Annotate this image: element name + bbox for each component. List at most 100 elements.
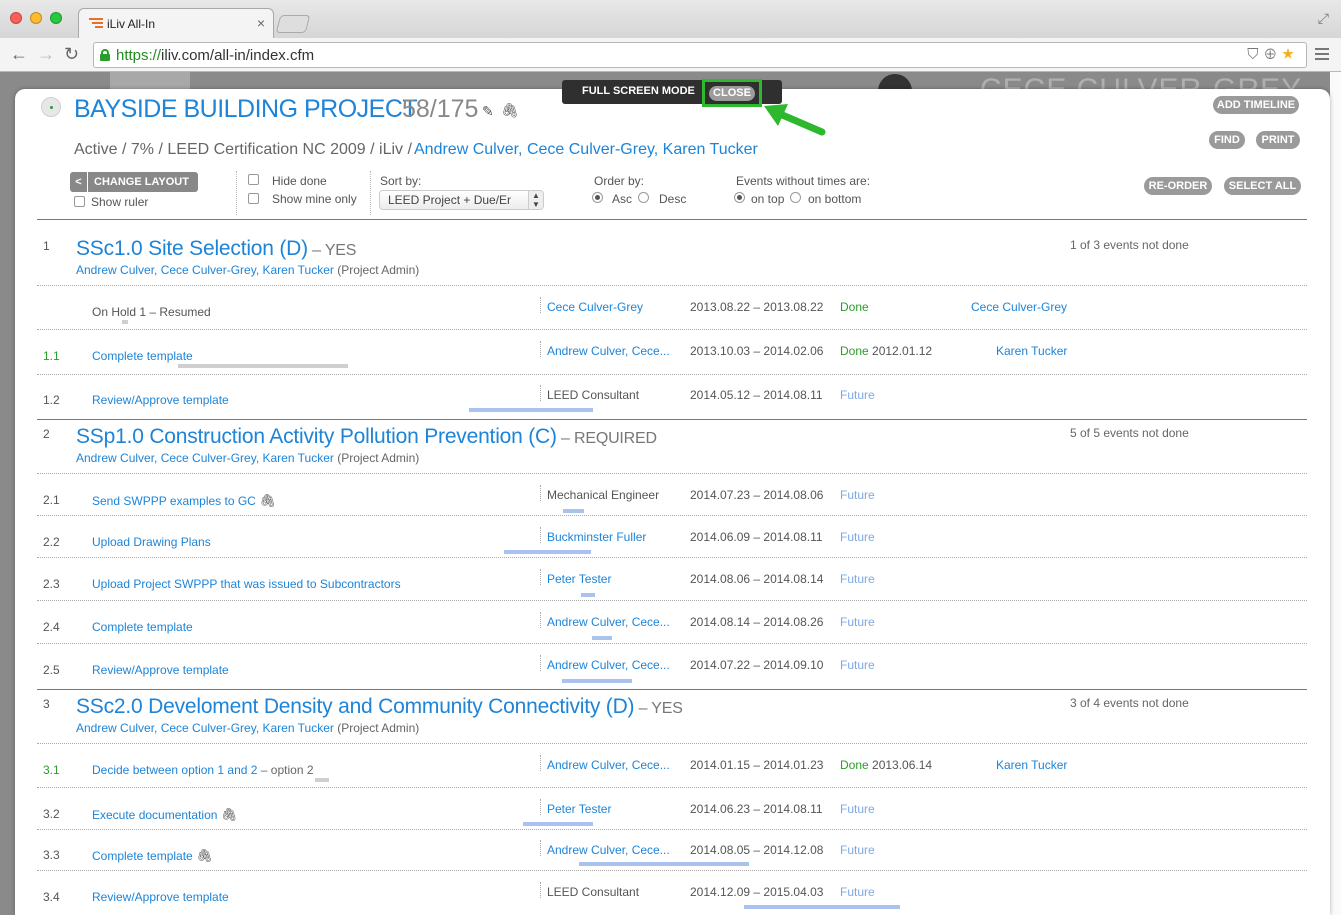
event-number: 2.2 [43,535,60,549]
event-name[interactable]: Upload Project SWPPP that was issued to … [92,577,401,591]
event-state: Future [840,388,875,402]
section-number: 3 [43,697,50,711]
event-name[interactable]: Review/Approve template [92,393,229,407]
row-divider [37,870,1307,871]
divider [540,655,541,671]
event-assignee[interactable]: Andrew Culver, Cece... [547,758,670,772]
browser-tab[interactable]: iLiv All-In × [78,8,274,38]
event-name[interactable]: Review/Approve template [92,663,229,677]
timeline-bar [122,320,128,324]
show-mine-only-label: Show mine only [272,192,357,206]
address-bar-icons[interactable]: ⛉⊕★ [1247,46,1300,63]
event-number: 3.3 [43,848,60,862]
on-bottom-label: on bottom [808,192,862,206]
asc-radio[interactable] [592,192,603,203]
event-name[interactable]: Complete template [92,349,193,363]
browser-menu-icon[interactable] [1315,48,1329,63]
section-title[interactable]: SSp1.0 Construction Activity Pollution P… [76,425,657,449]
minimize-window-button[interactable] [30,12,42,24]
iliv-favicon-icon [89,18,103,30]
section-people[interactable]: Andrew Culver, Cece Culver-Grey, Karen T… [76,263,419,277]
event-dates: 2014.07.23 – 2014.08.06 [690,488,824,502]
event-state: Future [840,572,875,586]
event-name[interactable]: Complete template 🖇 [92,848,213,864]
timeline-bar [523,822,593,826]
fullscreen-expand-icon[interactable]: ⤢ [1318,10,1329,27]
section-people[interactable]: Andrew Culver, Cece Culver-Grey, Karen T… [76,451,419,465]
sort-by-select[interactable]: LEED Project + Due/Er ▲ ▼ [379,190,544,210]
event-name[interactable]: On Hold 1 – Resumed [92,305,211,319]
show-ruler-checkbox[interactable] [74,196,85,207]
project-status-dot[interactable] [41,97,61,117]
fullscreen-close-button[interactable]: CLOSE [702,79,762,107]
event-completed-by[interactable]: Cece Culver-Grey [971,300,1067,314]
divider [540,527,541,543]
event-dates: 2013.08.22 – 2013.08.22 [690,300,824,314]
project-people-link[interactable]: Andrew Culver, Cece Culver-Grey, Karen T… [414,141,758,159]
section-people[interactable]: Andrew Culver, Cece Culver-Grey, Karen T… [76,721,419,735]
zoom-window-button[interactable] [50,12,62,24]
add-timeline-button[interactable]: ADD TIMELINE [1213,96,1299,114]
select-all-button[interactable]: SELECT ALL [1224,177,1301,195]
section-title[interactable]: SSc2.0 Develoment Density and Community … [76,695,683,719]
event-assignee[interactable]: Andrew Culver, Cece... [547,615,670,629]
fullscreen-label: FULL SCREEN MODE [582,85,695,97]
new-tab-button[interactable] [275,15,311,33]
row-divider [37,829,1307,830]
paperclip-icon: 🖇 [220,807,238,822]
reorder-button[interactable]: RE-ORDER [1144,177,1212,195]
event-completed-by[interactable]: Karen Tucker [996,344,1067,358]
event-assignee[interactable]: Andrew Culver, Cece... [547,344,670,358]
hide-done-checkbox[interactable] [248,174,259,185]
back-arrow-icon[interactable]: ← [10,44,28,64]
event-number: 1.2 [43,393,60,407]
event-assignee[interactable]: Buckminster Fuller [547,530,646,544]
print-button[interactable]: PRINT [1256,131,1300,149]
event-assignee[interactable]: Andrew Culver, Cece... [547,843,670,857]
event-completed-by[interactable]: Karen Tucker [996,758,1067,772]
desc-radio[interactable] [638,192,649,203]
section-number: 2 [43,427,50,441]
event-name[interactable]: Execute documentation 🖇 [92,807,237,823]
event-dates: 2014.12.09 – 2015.04.03 [690,885,824,899]
tab-close-icon[interactable]: × [257,15,265,31]
divider [540,385,541,401]
close-window-button[interactable] [10,12,22,24]
event-number: 2.4 [43,620,60,634]
event-name[interactable]: Upload Drawing Plans [92,535,211,549]
events-label: Events without times are: [736,174,871,188]
divider [37,419,1307,420]
event-assignee[interactable]: Peter Tester [547,572,611,586]
divider [540,569,541,585]
section-title[interactable]: SSc1.0 Site Selection (D) – YES [76,237,356,261]
on-bottom-radio[interactable] [790,192,801,203]
event-name[interactable]: Decide between option 1 and 2 – option 2 [92,763,314,777]
divider [540,485,541,501]
event-assignee: LEED Consultant [547,885,640,899]
zoom-icon: ⊕ [1264,46,1282,63]
edit-pencil-icon[interactable]: ✎ [482,103,494,120]
change-layout-button[interactable]: < CHANGE LAYOUT [70,172,198,192]
project-title[interactable]: BAYSIDE BUILDING PROJECT [74,95,418,124]
show-mine-only-checkbox[interactable] [248,193,259,204]
event-name[interactable]: Send SWPPP examples to GC 🖇 [92,493,276,509]
event-assignee[interactable]: Peter Tester [547,802,611,816]
star-icon: ★ [1281,46,1300,63]
forward-arrow-icon[interactable]: → [37,44,55,64]
event-number: 2.3 [43,577,60,591]
event-number: 2.5 [43,663,60,677]
row-divider [37,600,1307,601]
address-bar[interactable]: https://iliv.com/all-in/index.cfm ⛉⊕★ [93,42,1307,68]
event-assignee[interactable]: Cece Culver-Grey [547,300,643,314]
divider [540,840,541,856]
event-state: Future [840,615,875,629]
reload-icon[interactable]: ↻ [64,44,79,64]
on-top-radio[interactable] [734,192,745,203]
event-name[interactable]: Review/Approve template [92,890,229,904]
paperclip-icon[interactable]: 🖇 [501,102,519,119]
event-assignee[interactable]: Andrew Culver, Cece... [547,658,670,672]
timeline-bar [579,862,749,866]
find-button[interactable]: FIND [1209,131,1245,149]
event-name[interactable]: Complete template [92,620,193,634]
timeline-bar [315,778,329,782]
